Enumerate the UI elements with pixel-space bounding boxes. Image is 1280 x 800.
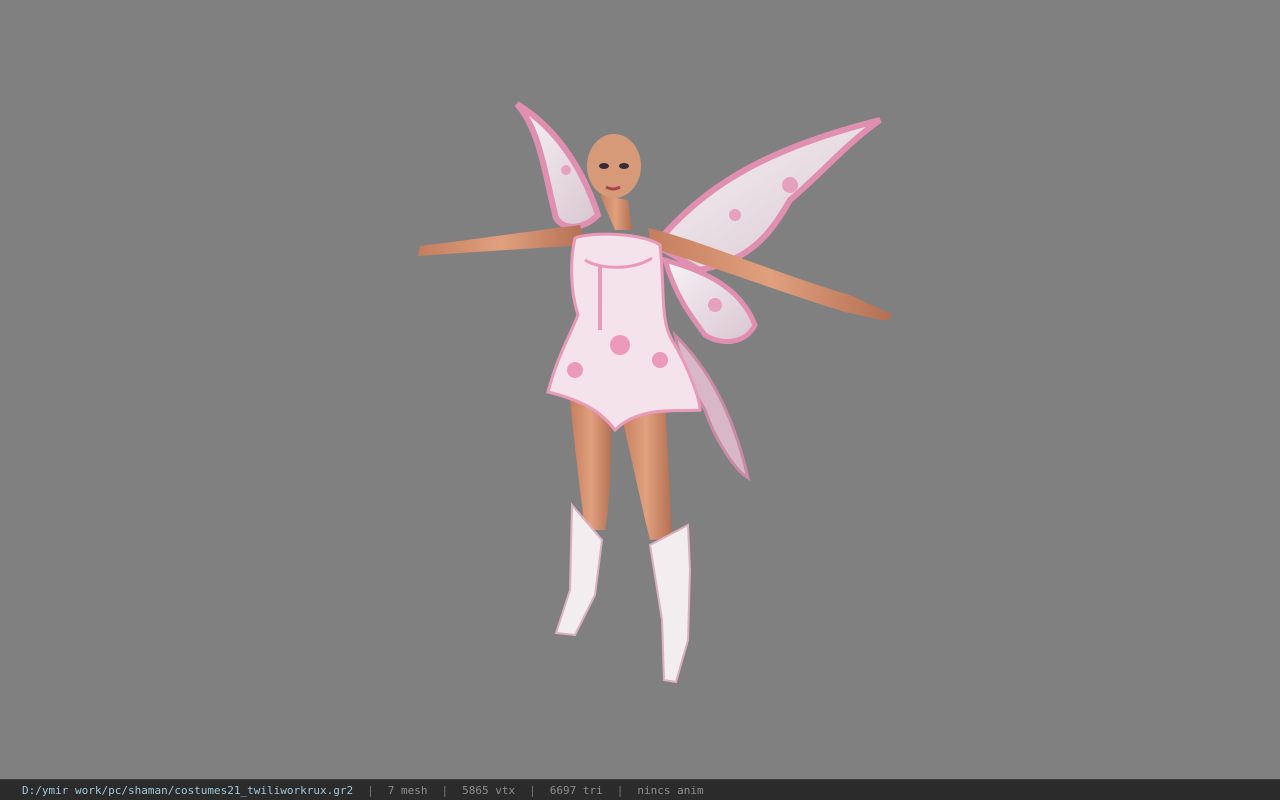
mesh-count-label: 7 mesh (387, 783, 428, 797)
separator: | (441, 783, 449, 797)
left-wing (514, 101, 602, 230)
separator: | (616, 783, 624, 797)
triangle-count-label: 6697 tri (549, 783, 603, 797)
3d-viewport[interactable] (0, 0, 1280, 779)
animation-status-label: nincs anim (637, 783, 704, 797)
file-path-label: D:/ymir work/pc/shaman/costumes21_twiliw… (22, 783, 354, 797)
separator: | (529, 783, 536, 797)
character-model (418, 101, 893, 684)
vertex-count-label: 5865 vtx (462, 783, 516, 797)
status-bar: D:/ymir work/pc/shaman/costumes21_twiliw… (0, 779, 1280, 800)
separator: | (367, 783, 374, 797)
